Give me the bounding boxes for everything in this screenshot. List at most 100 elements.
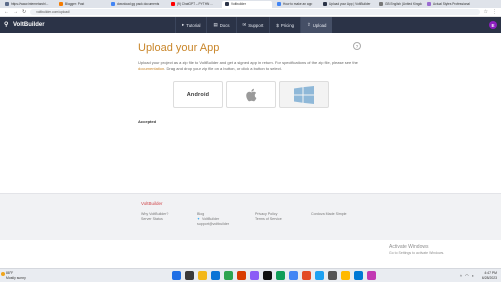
nav-item-pricing[interactable]: $ Pricing [269,17,300,33]
taskbar-app-icon[interactable] [263,271,272,280]
taskbar-app-icon[interactable] [185,271,194,280]
windows-upload-button[interactable] [279,81,329,108]
taskbar-app-icon[interactable] [289,271,298,280]
documentation-link[interactable]: documentation [138,66,164,71]
browser-tab[interactable]: Voltbuilder [222,0,272,8]
taskbar-app-icon[interactable] [172,271,181,280]
favicon-icon [5,2,9,6]
footer-link-status[interactable]: Server Status [141,217,168,222]
upload-page: Upload your App ? Upload your project as… [0,33,501,193]
nav-item-label: Upload [312,22,327,28]
wifi-icon[interactable]: ◠ [465,273,469,278]
favicon-icon [171,2,175,6]
browser-tab[interactable]: download gg pack documents [108,1,166,8]
android-label: Android [186,91,210,98]
footer-column-2: Blog ✦ VoltBuilder support@voltbuilder [197,212,229,227]
brand-logo[interactable]: ⚲ VoltBuilder [4,22,45,29]
taskbar-app-icon[interactable] [315,271,324,280]
system-tray: ˄ ◠ ◖ [460,273,474,278]
activate-windows-watermark: Activate Windows Go to Settings to activ… [389,244,445,255]
taskbar-app-icon[interactable] [328,271,337,280]
android-upload-button[interactable]: Android [173,81,223,108]
nav-item-label: Tutorial [186,22,201,28]
page-title: Upload your App [138,42,220,54]
nav-item-tutorial[interactable]: ▸ Tutorial [175,17,206,33]
browser-tab-label: Blogger: Post [65,2,85,6]
favicon-icon [277,2,281,6]
taskbar-app-icon[interactable] [367,271,376,280]
browser-tab-label: Actual Styles Professional [433,2,470,6]
taskbar-app-icon[interactable] [237,271,246,280]
speaker-icon[interactable]: ◖ [472,273,474,278]
browser-tab-label: (9) ChatGPT – PYTHN ... [177,2,213,6]
browser-tab-label: Voltbuilder [231,2,246,6]
favicon-icon [59,2,63,6]
nav-item-label: Pricing [280,22,294,28]
accepted-label: Accepted [138,119,157,124]
favicon-icon [111,2,115,6]
taskbar-app-icon[interactable] [224,271,233,280]
taskbar-app-icon[interactable] [276,271,285,280]
help-icon[interactable]: ? [353,42,361,50]
platform-buttons: Android [173,81,329,108]
taskbar-app-icon[interactable] [302,271,311,280]
footer-tagline: Cordova Made Simple [311,212,347,216]
browser-tab[interactable]: Upload your App | VoltBuilder [320,1,374,8]
nav-docs-icon: ▤ [213,22,218,27]
nav-item-label: Support [248,22,264,28]
footer-link-terms[interactable]: Terms of Service [255,217,282,222]
nav-tutorial-icon: ▸ [182,22,185,27]
apple-icon [246,88,257,101]
nav-pricing-icon: $ [276,22,279,28]
footer-link-email[interactable]: support@voltbuilder [197,222,229,227]
browser-tab[interactable]: Actual Styles Professional [424,1,474,8]
browser-tab[interactable]: Blogger: Post [56,1,106,8]
location-pin-icon: ⚲ [4,21,9,28]
footer-column-1: Why VoltBuilder? Server Status [141,212,168,222]
browser-tab-label: download gg pack documents [117,2,160,6]
nav-item-label: Docs [219,22,230,28]
nav-item-support[interactable]: ✉ Support [235,17,270,33]
browser-tab[interactable]: GB English (United Kingdom) [376,1,422,8]
nav-item-docs[interactable]: ▤ Docs [206,17,235,33]
taskbar-app-icon[interactable] [211,271,220,280]
nav-support-icon: ✉ [242,22,247,27]
url-input[interactable]: voltbuilder.com/upload/ [30,9,480,15]
favicon-icon [427,2,431,6]
browser-tab[interactable]: (9) ChatGPT – PYTHN ... [168,1,220,8]
back-icon[interactable]: ← [4,9,9,15]
ios-upload-button[interactable] [226,81,276,108]
browser-tab-label: https://www.internetarchi... [11,2,49,6]
nav-upload-icon: ⇪ [307,22,311,27]
browser-tab[interactable]: How to make an app [274,1,318,8]
browser-tab-label: GB English (United Kingdom) [385,2,422,6]
star-icon[interactable]: ☆ [484,9,488,15]
browser-tab-label: How to make an app [283,2,313,6]
browser-address-bar: ← → ↻ voltbuilder.com/upload/ ☆ ⋮ [0,8,501,17]
upload-description: Upload your project as a zip file to Vol… [138,60,358,71]
browser-tab[interactable]: https://www.internetarchi... [2,1,54,8]
browser-menu-icon[interactable]: ⋮ [492,9,497,15]
chevron-up-icon[interactable]: ˄ [460,273,462,278]
taskbar-app-icon[interactable] [341,271,350,280]
reload-icon[interactable]: ↻ [22,9,26,15]
footer-column-3: Privacy Policy Terms of Service [255,212,282,222]
favicon-icon [225,2,229,6]
clock[interactable]: 4:47 PM 6/28/2023 [482,271,497,280]
forward-icon[interactable]: → [13,9,18,15]
taskbar-app-icon[interactable] [198,271,207,280]
taskbar-app-icon[interactable] [250,271,259,280]
taskbar-app-icon[interactable] [354,271,363,280]
weather-widget[interactable]: 88°F Mostly sunny [1,271,26,280]
favicon-icon [379,2,383,6]
nav-item-upload[interactable]: ⇪ Upload [300,17,333,33]
browser-tab-strip: https://www.internetarchi... Blogger: Pos… [0,0,501,8]
site-footer: VoltBuilder Why VoltBuilder? Server Stat… [0,193,501,240]
main-nav: ▸ Tutorial ▤ Docs ✉ Support $ Pricing ⇪ Upload [175,17,333,33]
footer-column-4: Cordova Made Simple [311,212,347,217]
app-header: ⚲ VoltBuilder ▸ Tutorial ▤ Docs ✉ Support $ Pri… [0,17,501,33]
avatar[interactable]: E [489,21,497,29]
browser-tab-label: Upload your App | VoltBuilder [329,2,371,6]
windows-icon [294,85,314,104]
favicon-icon [323,2,327,6]
